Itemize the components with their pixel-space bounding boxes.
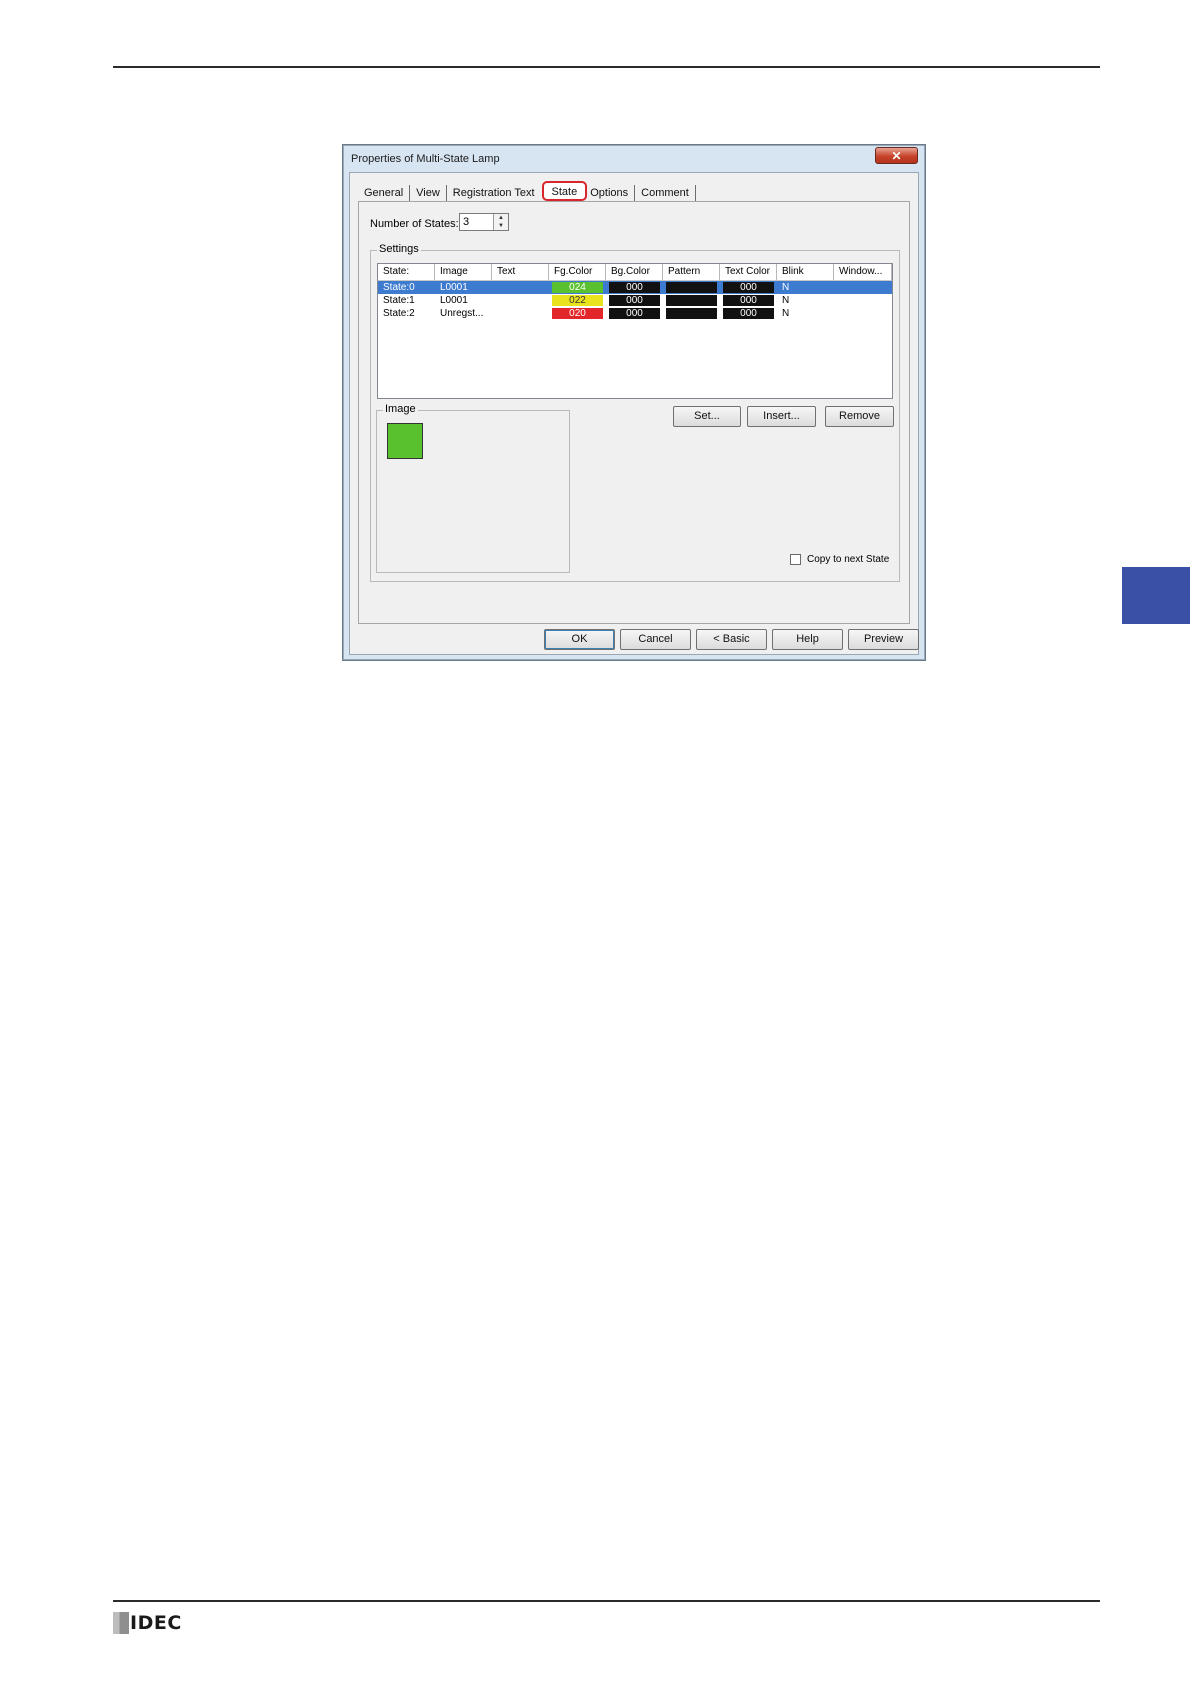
cell-bg-color: 000 [606, 307, 663, 320]
text-color-swatch: 000 [723, 295, 774, 306]
header-rule [113, 66, 1100, 68]
insert-button[interactable]: Insert... [747, 406, 816, 427]
cell-fg-color: 020 [549, 307, 606, 320]
cell-pattern [663, 281, 720, 294]
cell-blink: N [782, 282, 790, 293]
tab-state[interactable]: State [541, 181, 588, 201]
fg-color-swatch: 024 [552, 282, 603, 293]
cell-blink: N [782, 295, 790, 306]
cell-image: L0001 [440, 282, 468, 293]
pattern-swatch [666, 295, 717, 306]
help-button[interactable]: Help [772, 629, 843, 650]
cell-text-color: 000 [720, 294, 777, 307]
pattern-swatch [666, 282, 717, 293]
close-button[interactable]: ✕ [875, 147, 918, 164]
settings-label: Settings [377, 243, 421, 255]
cell-bg-color: 000 [606, 281, 663, 294]
tab-strip: General View Registration Text State Opt… [358, 181, 696, 201]
tab-general[interactable]: General [358, 185, 411, 201]
tab-options[interactable]: Options [588, 185, 636, 201]
preview-button[interactable]: Preview [848, 629, 919, 650]
spin-down-icon[interactable]: ▼ [494, 222, 508, 230]
cell-pattern [663, 294, 720, 307]
ok-button[interactable]: OK [544, 629, 615, 650]
cell-text [492, 294, 549, 307]
tab-registration-text[interactable]: Registration Text [447, 185, 541, 201]
table-row[interactable]: State:2 Unregst... 020 000 000 N [378, 307, 892, 320]
fg-color-swatch: 022 [552, 295, 603, 306]
logo-mark-icon [113, 1612, 129, 1634]
cell-window [834, 307, 892, 320]
cell-text [492, 281, 549, 294]
basic-button[interactable]: < Basic [696, 629, 767, 650]
col-text-color[interactable]: Text Color [720, 264, 777, 280]
col-pattern[interactable]: Pattern [663, 264, 720, 280]
image-group-label: Image [383, 403, 418, 415]
cell-image: Unregst... [440, 308, 484, 319]
dialog-client: General View Registration Text State Opt… [349, 172, 919, 655]
cell-window [834, 281, 892, 294]
col-image[interactable]: Image [435, 264, 492, 280]
copy-to-next-state-checkbox[interactable] [790, 554, 801, 565]
cell-bg-color: 000 [606, 294, 663, 307]
cell-image: L0001 [440, 295, 468, 306]
table-row[interactable]: State:0 L0001 024 000 000 N [378, 281, 892, 294]
image-group: Image [376, 403, 570, 573]
logo-text: IDEC [130, 1612, 182, 1634]
list-header: State: Image Text Fg.Color Bg.Color Patt… [378, 264, 892, 281]
remove-button[interactable]: Remove [825, 406, 894, 427]
cell-text [492, 307, 549, 320]
idec-logo: IDEC [113, 1612, 182, 1634]
image-preview [387, 423, 423, 459]
tab-comment[interactable]: Comment [635, 185, 696, 201]
copy-to-next-state: Copy to next State [790, 554, 889, 565]
spin-up-icon[interactable]: ▲ [494, 214, 508, 222]
cell-text-color: 000 [720, 281, 777, 294]
number-of-states-stepper[interactable]: 3 ▲ ▼ [459, 213, 509, 231]
col-text[interactable]: Text [492, 264, 549, 280]
pattern-swatch [666, 308, 717, 319]
dialog-title: Properties of Multi-State Lamp [351, 153, 500, 165]
text-color-swatch: 000 [723, 308, 774, 319]
cell-text-color: 000 [720, 307, 777, 320]
number-of-states-value: 3 [463, 216, 470, 228]
bg-color-swatch: 000 [609, 295, 660, 306]
state-tab-panel: Number of States: 3 ▲ ▼ Settings State: … [358, 201, 910, 624]
cell-fg-color: 024 [549, 281, 606, 294]
copy-to-next-state-label: Copy to next State [807, 554, 890, 565]
cell-state: State:2 [383, 308, 415, 319]
cell-blink: N [782, 308, 790, 319]
cell-state: State:1 [383, 295, 415, 306]
set-button[interactable]: Set... [673, 406, 741, 427]
footer-rule [113, 1600, 1100, 1602]
col-window[interactable]: Window... [834, 264, 892, 280]
col-fg-color[interactable]: Fg.Color [549, 264, 606, 280]
col-bg-color[interactable]: Bg.Color [606, 264, 663, 280]
state-list[interactable]: State: Image Text Fg.Color Bg.Color Patt… [377, 263, 893, 399]
bg-color-swatch: 000 [609, 282, 660, 293]
col-state[interactable]: State: [378, 264, 435, 280]
col-blink[interactable]: Blink [777, 264, 834, 280]
properties-dialog: Properties of Multi-State Lamp ✕ General… [342, 144, 926, 661]
cancel-button[interactable]: Cancel [620, 629, 691, 650]
number-of-states-label: Number of States: [370, 218, 459, 230]
table-row[interactable]: State:1 L0001 022 000 000 N [378, 294, 892, 307]
chapter-tab [1122, 567, 1190, 624]
fg-color-swatch: 020 [552, 308, 603, 319]
settings-group: Settings State: Image Text Fg.Color Bg.C… [370, 243, 900, 582]
cell-state: State:0 [383, 282, 415, 293]
cell-pattern [663, 307, 720, 320]
close-icon: ✕ [891, 148, 902, 163]
title-bar[interactable]: Properties of Multi-State Lamp ✕ [343, 145, 925, 171]
cell-window [834, 294, 892, 307]
cell-fg-color: 022 [549, 294, 606, 307]
bg-color-swatch: 000 [609, 308, 660, 319]
stepper-buttons[interactable]: ▲ ▼ [493, 214, 508, 230]
tab-view[interactable]: View [410, 185, 447, 201]
text-color-swatch: 000 [723, 282, 774, 293]
